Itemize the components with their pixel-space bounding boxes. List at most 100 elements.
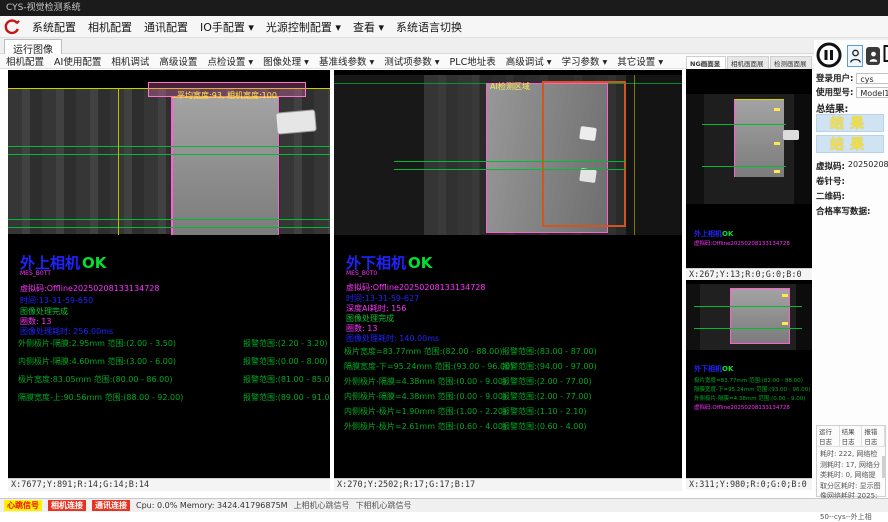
exit-button[interactable] <box>882 43 888 63</box>
log-tab-result[interactable]: 结果日志 <box>840 426 863 446</box>
login-user-value[interactable]: cys <box>856 73 888 84</box>
coordinate-bar-side-1: X:267;Y:13;R:0;G:0;B:0 <box>686 268 812 280</box>
camera-image-lower[interactable]: AI检测区域 <box>334 75 682 235</box>
measurement-row: 极片宽度=83.77mm 范围:(82.00 - 88.00)报警范围:(83.… <box>344 346 513 357</box>
alarm-range-text: 报警范围:(81.00 - 85.00) <box>243 374 330 385</box>
lower-camera-heartbeat-text: 下相机心跳信号 <box>356 500 412 511</box>
camera-image-upper[interactable] <box>8 88 330 234</box>
tool-baseline-params[interactable]: 基准线参数 ▾ <box>319 54 374 68</box>
pause-button[interactable] <box>816 42 842 68</box>
tool-camera-config[interactable]: 相机配置 <box>6 54 44 68</box>
result-box-upper: 结果 <box>816 114 884 132</box>
menu-item-language-switch[interactable]: 系统语言切换 <box>396 19 462 35</box>
battery-cell-region <box>730 288 790 344</box>
barcode-text: 虚拟码:Offline20250208133134728 <box>694 403 790 411</box>
measurement-text: 内侧极片-极片=1.90mm 范围:(1.00 - 2.20) <box>344 407 506 416</box>
process-time-text: 图像处理耗时: 140.00ms <box>346 333 439 344</box>
ai-region-label: AI检测区域 <box>490 81 530 92</box>
green-guide-line <box>8 146 330 147</box>
control-panel: 登录用户: cys 使用型号: Model1 总结果: 结果 结果 虚拟码: 2… <box>814 40 888 498</box>
side-image-2 <box>686 284 812 350</box>
menu-item-camera-config[interactable]: 相机配置 <box>88 19 132 35</box>
yellow-marker <box>774 108 780 111</box>
time-text: 时间:13-31-59-650 <box>20 295 93 306</box>
tool-advanced-debug[interactable]: 高级调试 ▾ <box>506 54 552 68</box>
measurement-text: 内侧极片-隔膜:4.60mm 范围:(3.00 - 6.00) <box>18 357 176 366</box>
measurement-row: 隔膜宽度-上:90.56mm 范围:(88.00 - 92.00)报警范围:(8… <box>18 392 183 403</box>
yellow-marker <box>774 142 780 145</box>
alarm-range-text: 报警范围:(2.20 - 3.20) <box>243 338 328 349</box>
green-guide-line <box>694 328 802 329</box>
camera-view-upper[interactable]: 平均宽度:93, 相机宽度:100 外上相机OK MES_B0TT 虚拟码:Of… <box>8 70 330 478</box>
alarm-range-text: 报警范围:(1.10 - 2.10) <box>502 406 587 417</box>
green-guide-line <box>702 124 786 125</box>
gripper-object <box>275 109 317 134</box>
comm-connect-badge: 通讯连接 <box>92 500 130 511</box>
side-panel-tabs: NG画面显示 相机画面展示 检测画面展示 <box>686 56 812 69</box>
measurement-text: 隔膜宽度-上:90.56mm 范围:(88.00 - 92.00) <box>18 393 183 402</box>
green-guide-line <box>694 306 802 307</box>
menu-item-light-config[interactable]: 光源控制配置 ▾ <box>266 19 341 35</box>
log-box: 运行日志 结果日志 报错日志 耗时: 222, 网络检测耗时: 17, 网络分类… <box>816 425 886 497</box>
gripper-object <box>783 130 799 140</box>
camera-view-lower[interactable]: AI检测区域 外下相机OK MES_B0T0 虚拟码:Offline202502… <box>334 70 682 478</box>
side-tab-detect-display[interactable]: 检测画面展示 <box>770 56 812 69</box>
menu-item-comm-config[interactable]: 通讯配置 <box>144 19 188 35</box>
side-tab-ng-display[interactable]: NG画面显示 <box>686 56 726 69</box>
measurement-list-upper: 外侧极片-隔膜:2.95mm 范围:(2.00 - 3.50)报警范围:(2.2… <box>18 338 183 403</box>
mini-measurement-text: 隔膜宽度-下=95.24mm 范围:(93.00 - 96.00) <box>694 385 810 393</box>
alarm-range-text: 报警范围:(83.00 - 87.00) <box>502 346 597 357</box>
yellow-marker <box>782 322 788 325</box>
tool-spot-check[interactable]: 点检设置 ▾ <box>207 54 253 68</box>
measurement-row: 极片宽度:83.05mm 范围:(80.00 - 86.00)报警范围:(81.… <box>18 374 183 385</box>
window-title: CYS-视觉检测系统 <box>6 3 81 13</box>
side-camera-view-1[interactable]: 外上相机OK 虚拟码:Offline20250208133134728 <box>686 69 812 268</box>
qr-label: 二维码: <box>816 190 845 202</box>
user-dark-button[interactable] <box>866 47 880 65</box>
side-tab-camera-display[interactable]: 相机画面展示 <box>727 56 769 69</box>
measurement-text: 内侧极片-隔膜=4.38mm 范围:(0.00 - 9.00) <box>344 392 506 401</box>
side-result-title: 外上相机OK <box>694 229 733 239</box>
measurement-row: 内侧极片-隔膜:4.60mm 范围:(3.00 - 6.00)报警范围:(0.0… <box>18 356 183 367</box>
log-tab-run[interactable]: 运行日志 <box>817 426 840 446</box>
user-login-button[interactable] <box>847 45 863 67</box>
tab-strip: 运行图像 <box>0 38 888 54</box>
measurement-list-lower: 极片宽度=83.77mm 范围:(82.00 - 88.00)报警范围:(83.… <box>344 346 513 432</box>
menu-bar: 系统配置 相机配置 通讯配置 IO手配置 ▾ 光源控制配置 ▾ 查看 ▾ 系统语… <box>0 16 888 38</box>
tool-advanced-settings[interactable]: 高级设置 <box>159 54 197 68</box>
model-row: 使用型号: Model1 <box>816 86 888 98</box>
tool-ai-config[interactable]: AI使用配置 <box>54 54 101 68</box>
coordinate-bar-upper: X:7677;Y:891;R:14;G:14;B:14 <box>8 478 330 491</box>
yellow-guide-line <box>634 75 635 235</box>
login-user-row: 登录用户: cys <box>816 72 888 84</box>
coordinate-text: X:311;Y:980;R:0;G:0;B:0 <box>689 480 807 490</box>
tool-other-settings[interactable]: 其它设置 ▾ <box>617 54 663 68</box>
alarm-range-text: 报警范围:(89.00 - 91.00) <box>243 392 330 403</box>
tool-test-params[interactable]: 测试项参数 ▾ <box>384 54 439 68</box>
menu-item-io-config[interactable]: IO手配置 ▾ <box>200 19 254 35</box>
pause-icon <box>816 42 842 68</box>
side-camera-view-2[interactable]: 外下相机OK 极片宽度=83.77mm 范围:(82.00 - 88.00) 隔… <box>686 280 812 478</box>
measurement-row: 外侧极片-隔膜:2.95mm 范围:(2.00 - 3.50)报警范围:(2.2… <box>18 338 183 349</box>
alarm-range-text: 报警范围:(2.00 - 77.00) <box>502 376 592 387</box>
coordinate-bar-lower: X:270;Y:2502;R:17;G:17;B:17 <box>334 478 682 491</box>
tool-camera-debug[interactable]: 相机调试 <box>111 54 149 68</box>
tool-learning-params[interactable]: 学习参数 ▾ <box>562 54 608 68</box>
total-result-label: 总结果: <box>816 101 848 115</box>
log-scrollbar[interactable] <box>882 456 885 478</box>
barcode-text: 虚拟码:Offline20250208133134728 <box>346 282 485 293</box>
upper-camera-heartbeat-text: 上相机心跳信号 <box>294 500 350 511</box>
menu-item-view[interactable]: 查看 ▾ <box>353 19 384 35</box>
yellow-guide-line <box>118 89 119 235</box>
measurement-row: 隔膜宽度-下=95.24mm 范围:(93.00 - 96.00)报警范围:(9… <box>344 361 513 372</box>
result-box-lower: 结果 <box>816 135 884 153</box>
process-time-text: 图像处理耗时: 256.00ms <box>20 326 113 337</box>
title-bar: CYS-视觉检测系统 <box>0 0 888 16</box>
measurement-row: 内侧极片-隔膜=4.38mm 范围:(0.00 - 9.00)报警范围:(2.0… <box>344 391 513 402</box>
log-tab-error[interactable]: 报错日志 <box>862 426 885 446</box>
tool-plc-address[interactable]: PLC地址表 <box>450 54 496 68</box>
menu-item-system-config[interactable]: 系统配置 <box>32 19 76 35</box>
model-value[interactable]: Model1 <box>856 87 888 98</box>
measurement-text: 隔膜宽度-下=95.24mm 范围:(93.00 - 96.00) <box>344 362 513 371</box>
tool-image-processing[interactable]: 图像处理 ▾ <box>263 54 309 68</box>
